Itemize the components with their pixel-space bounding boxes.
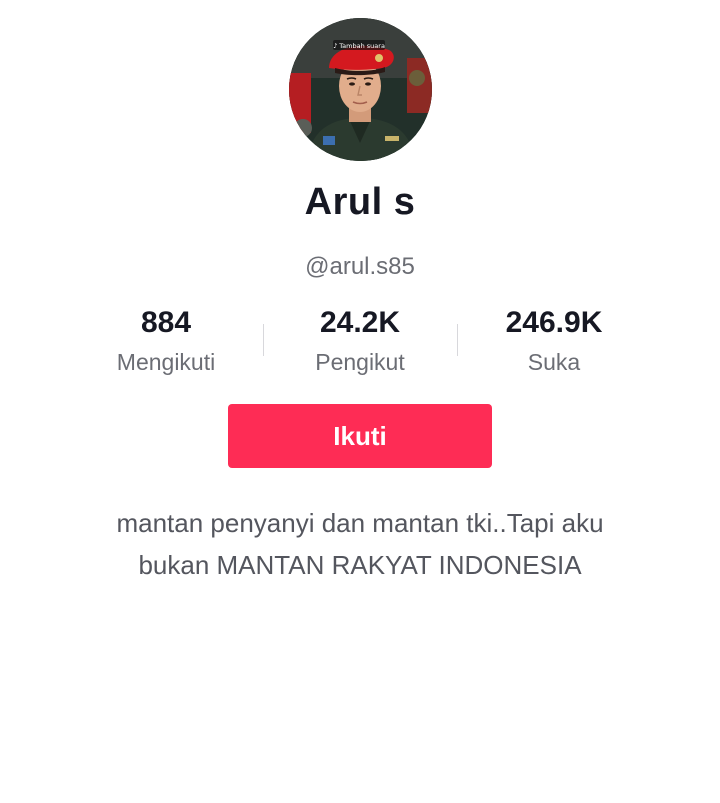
stat-following-label: Mengikuti bbox=[116, 349, 216, 375]
username: @arul.s85 bbox=[305, 253, 415, 280]
display-name: Arul s bbox=[304, 181, 416, 223]
avatar-overlay-text: ♪ Tambah suara bbox=[333, 42, 385, 50]
profile-header: ♪ Tambah suara Arul s @arul.s85 884 Meng… bbox=[0, 0, 720, 803]
bio-line: mantan penyanyi dan mantan tki..Tapi aku bbox=[116, 508, 604, 538]
stat-likes-label: Suka bbox=[527, 349, 581, 375]
stat-following[interactable]: 884 Mengikuti bbox=[66, 304, 266, 376]
avatar[interactable]: ♪ Tambah suara bbox=[289, 18, 432, 161]
bio-line: bukan MANTAN RAKYAT INDONESIA bbox=[138, 550, 582, 580]
stat-followers-count: 24.2K bbox=[319, 306, 401, 339]
stat-followers-label: Pengikut bbox=[315, 349, 405, 375]
follow-button[interactable]: Ikuti bbox=[228, 404, 492, 468]
stat-likes-count: 246.9K bbox=[505, 306, 603, 339]
stats-row: 884 Mengikuti 24.2K Pengikut 246.9K Suka bbox=[0, 304, 720, 384]
stat-following-count: 884 bbox=[140, 306, 192, 339]
bio: mantan penyanyi dan mantan tki..Tapi aku… bbox=[60, 502, 660, 586]
stat-followers[interactable]: 24.2K Pengikut bbox=[260, 304, 460, 376]
stat-likes[interactable]: 246.9K Suka bbox=[454, 304, 654, 376]
avatar-photo: ♪ Tambah suara bbox=[289, 18, 432, 161]
